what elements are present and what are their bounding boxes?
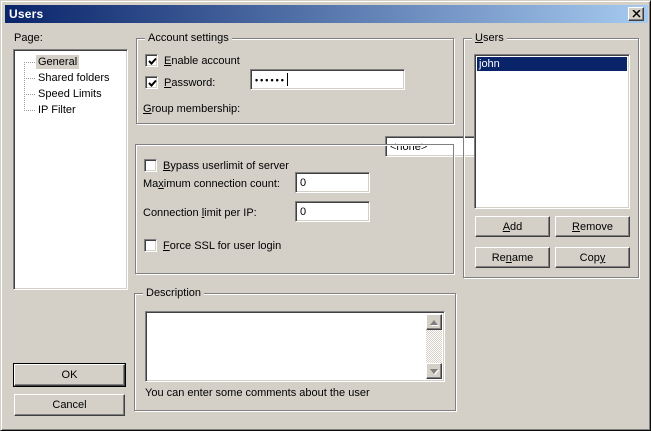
- group-title: Account settings: [145, 32, 232, 45]
- close-icon: [632, 10, 641, 18]
- force-ssl-label[interactable]: Force SSL for user login: [163, 240, 281, 253]
- scroll-up-icon: [430, 316, 438, 325]
- enable-account-label[interactable]: Enable account: [164, 55, 240, 68]
- checkmark-icon: [147, 78, 158, 89]
- max-connection-count-input[interactable]: 0: [295, 172, 370, 193]
- tree-item-label[interactable]: Speed Limits: [36, 87, 104, 101]
- tree-item-ip-filter[interactable]: IP Filter: [16, 102, 125, 118]
- password-value: ••••••: [255, 75, 286, 85]
- force-ssl-checkbox[interactable]: [144, 239, 157, 252]
- bypass-userlimit-label[interactable]: Bypass userlimit of server: [163, 160, 289, 173]
- cancel-button[interactable]: Cancel: [14, 394, 125, 416]
- remove-user-button[interactable]: Remove: [555, 216, 630, 237]
- description-value[interactable]: [148, 314, 425, 379]
- connection-limit-per-ip-label: Connection limit per IP:: [143, 207, 257, 220]
- password-input[interactable]: ••••••: [250, 69, 405, 90]
- users-dialog: Users Page: General Shared folders Speed…: [0, 0, 651, 431]
- scrollbar-track[interactable]: [426, 330, 442, 363]
- description-hint: You can enter some comments about the us…: [145, 387, 370, 400]
- scrollbar-up-button[interactable]: [426, 314, 442, 330]
- tree-item-shared-folders[interactable]: Shared folders: [16, 70, 125, 86]
- description-textarea[interactable]: [145, 311, 445, 382]
- users-group: Users john Add Remove Rename Copy: [463, 38, 639, 278]
- text-caret: [287, 73, 288, 86]
- rename-user-button[interactable]: Rename: [475, 247, 550, 268]
- limits-group: Bypass userlimit of server Maximum conne…: [135, 144, 454, 274]
- password-checkbox[interactable]: [145, 76, 158, 89]
- user-name: john: [479, 58, 500, 70]
- description-group: Description You can enter some comments …: [134, 293, 456, 411]
- bypass-userlimit-checkbox[interactable]: [144, 159, 157, 172]
- tree-item-label[interactable]: General: [36, 55, 79, 69]
- scroll-down-icon: [430, 369, 438, 378]
- checkmark-icon: [147, 56, 158, 67]
- add-user-button[interactable]: Add: [475, 216, 550, 237]
- account-settings-group: Account settings Enable account Password…: [136, 38, 454, 124]
- scrollbar-down-button[interactable]: [426, 363, 442, 379]
- password-label[interactable]: Password:: [164, 77, 215, 90]
- ok-button[interactable]: OK: [14, 364, 125, 386]
- group-membership-label: Group membership:: [143, 103, 240, 116]
- enable-account-checkbox[interactable]: [145, 54, 158, 67]
- tree-item-label[interactable]: Shared folders: [36, 71, 112, 85]
- tree-item-label[interactable]: IP Filter: [36, 103, 78, 117]
- tree-item-speed-limits[interactable]: Speed Limits: [16, 86, 125, 102]
- tree-item-general[interactable]: General: [16, 54, 125, 70]
- window-title: Users: [9, 7, 43, 21]
- title-bar[interactable]: Users: [5, 5, 648, 23]
- max-connection-count-label: Maximum connection count:: [143, 178, 280, 191]
- group-title: Users: [472, 32, 507, 45]
- vertical-scrollbar[interactable]: [426, 314, 442, 379]
- page-tree[interactable]: General Shared folders Speed Limits IP F…: [13, 49, 128, 290]
- group-title: Description: [143, 287, 204, 300]
- copy-user-button[interactable]: Copy: [555, 247, 630, 268]
- connection-limit-per-ip-input[interactable]: 0: [295, 201, 370, 222]
- close-button[interactable]: [628, 7, 644, 21]
- users-listbox[interactable]: john: [474, 54, 630, 209]
- page-label: Page:: [14, 32, 43, 45]
- list-item[interactable]: john: [477, 57, 627, 71]
